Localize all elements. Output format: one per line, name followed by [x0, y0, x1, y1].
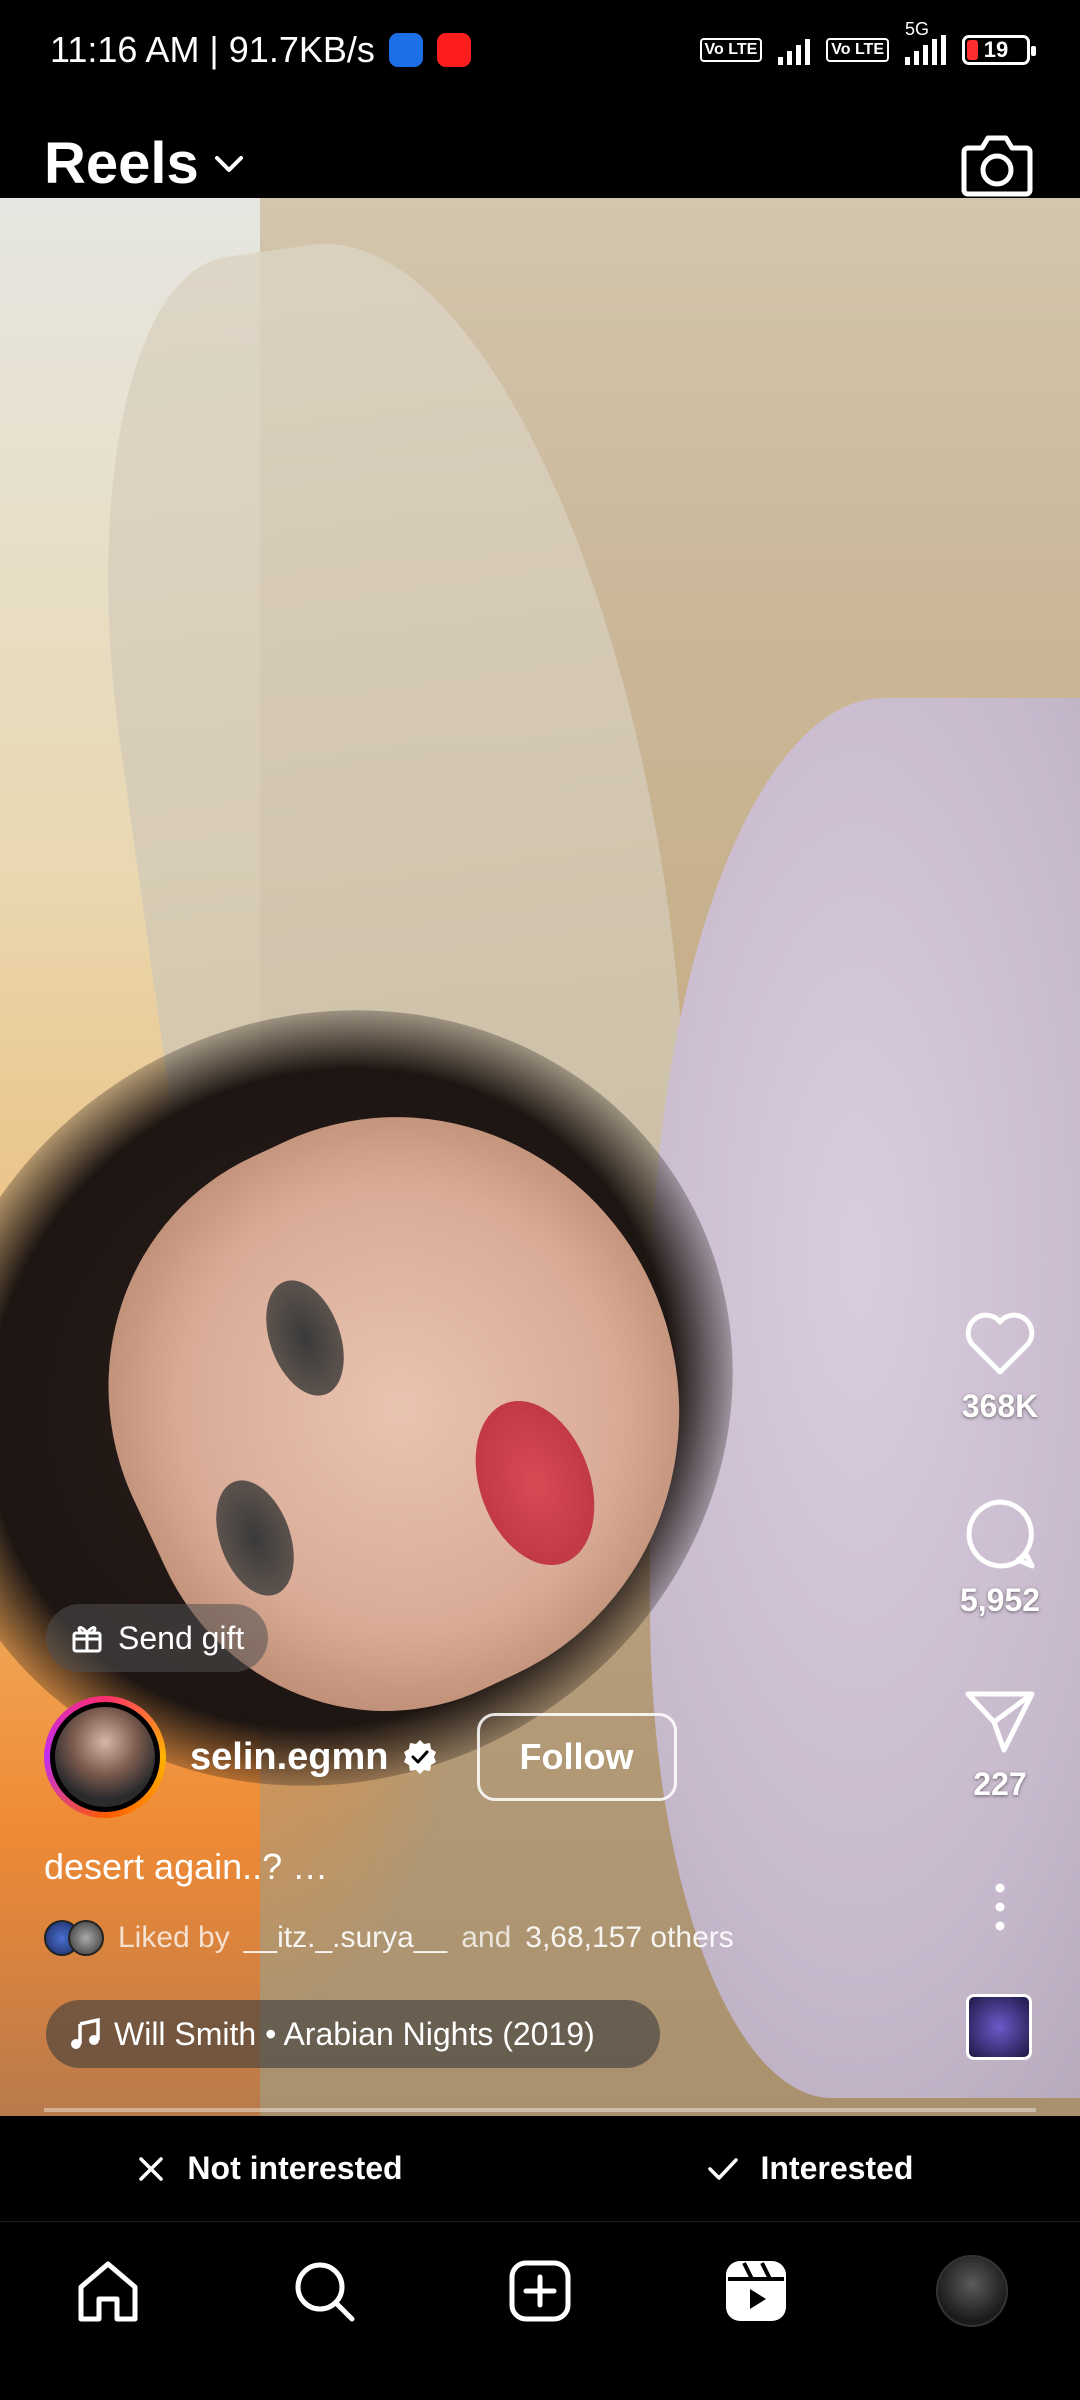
status-right: Vo LTE Vo LTE 5G 19 — [699, 19, 1036, 65]
network-5g: 5G — [905, 19, 946, 65]
more-icon — [995, 1883, 1005, 1931]
close-icon — [139, 2156, 164, 2181]
volte-badge: Vo LTE — [699, 38, 763, 62]
status-left: 11:16 AM | 91.7KB/s — [50, 29, 471, 71]
nav-reels[interactable] — [711, 2246, 801, 2336]
signal-icon — [778, 35, 811, 65]
liked-prefix: Liked by — [118, 1921, 230, 1954]
create-icon — [509, 2260, 571, 2322]
comments-count: 5,952 — [959, 1582, 1041, 1618]
comment-button[interactable]: 5,952 — [920, 1496, 1080, 1619]
network-label: 5G — [905, 19, 930, 39]
chevron-down-icon — [214, 155, 243, 172]
liked-avatars — [44, 1920, 104, 1956]
reels-title-dropdown[interactable]: Reels — [44, 130, 245, 197]
liked-by-row[interactable]: Liked by __itz._.surya__ and 3,68,157 ot… — [44, 1920, 734, 1956]
likes-count: 368K — [961, 1388, 1039, 1424]
follow-button[interactable]: Follow — [476, 1713, 677, 1801]
send-gift-label: Send gift — [118, 1619, 245, 1656]
status-bar: 11:16 AM | 91.7KB/s Vo LTE Vo LTE 5G 19 — [0, 0, 1080, 100]
more-button[interactable] — [920, 1882, 1080, 1942]
reel-video[interactable] — [0, 198, 1080, 2116]
profile-avatar — [936, 2255, 1008, 2327]
send-gift-button[interactable]: Send gift — [46, 1604, 269, 1672]
heart-icon — [965, 1312, 1035, 1375]
liked-avatar — [68, 1920, 104, 1956]
nav-search[interactable] — [279, 2246, 369, 2336]
camera-icon — [961, 135, 1033, 197]
check-icon — [707, 2157, 738, 2180]
nav-home[interactable] — [63, 2246, 153, 2336]
comment-icon — [966, 1499, 1035, 1569]
gift-icon — [72, 1626, 102, 1653]
interested-label: Interested — [760, 2150, 914, 2186]
home-icon — [78, 2261, 138, 2322]
audio-album-thumb[interactable] — [966, 1994, 1032, 2060]
shares-count: 227 — [973, 1766, 1027, 1802]
author-row: selin.egmn Follow — [44, 1696, 677, 1818]
bottom-nav — [0, 2222, 1080, 2400]
volte-badge-2: Vo LTE — [826, 38, 889, 62]
search-icon — [295, 2262, 355, 2322]
liked-and: and — [461, 1921, 512, 1954]
messages-app-icon — [388, 33, 423, 67]
nav-profile[interactable] — [927, 2246, 1017, 2336]
interested-button[interactable]: Interested — [540, 2116, 1080, 2221]
status-time: 11:16 AM | 91.7KB/s — [50, 29, 375, 70]
share-button[interactable]: 227 — [920, 1688, 1080, 1803]
send-icon — [965, 1691, 1035, 1753]
avatar — [50, 1702, 160, 1812]
battery-label: 19 — [983, 37, 1009, 62]
battery-icon: 19 — [962, 35, 1036, 65]
audio-pill[interactable]: Will Smith • Arabian Nights (2019) — [46, 2000, 660, 2068]
audio-label: Will Smith • Arabian Nights (2019) — [114, 2015, 595, 2052]
liked-user[interactable]: __itz._.surya__ — [244, 1921, 447, 1955]
header: Reels — [0, 100, 1080, 198]
youtube-app-icon — [436, 33, 471, 67]
author-username[interactable]: selin.egmn — [190, 1736, 439, 1779]
username-text: selin.egmn — [190, 1735, 389, 1778]
page-title: Reels — [44, 131, 199, 196]
not-interested-label: Not interested — [187, 2150, 403, 2186]
author-avatar-ring[interactable] — [44, 1696, 166, 1818]
liked-others[interactable]: 3,68,157 others — [525, 1921, 734, 1955]
post-caption[interactable]: desert again..? … — [44, 1846, 328, 1888]
music-note-icon — [71, 2018, 100, 2049]
verified-badge-icon — [403, 1740, 436, 1774]
reels-icon — [726, 2261, 786, 2321]
like-button[interactable]: 368K — [920, 1310, 1080, 1425]
camera-button[interactable] — [960, 132, 1034, 198]
nav-create[interactable] — [495, 2246, 585, 2336]
not-interested-button[interactable]: Not interested — [0, 2116, 540, 2221]
video-progress-bar[interactable] — [44, 2108, 1036, 2112]
interest-bar: Not interested Interested — [0, 2116, 1080, 2222]
